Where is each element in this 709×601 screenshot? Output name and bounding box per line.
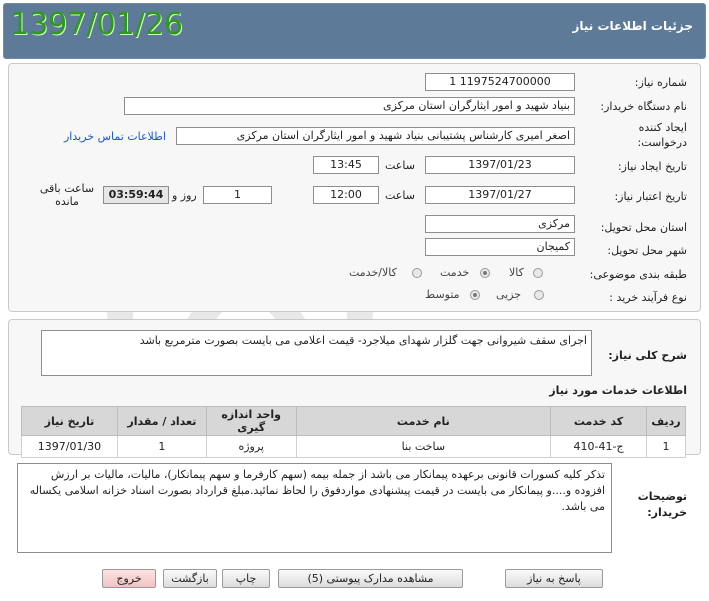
cell-service-code: ج-41-410 [550, 435, 647, 458]
reply-button[interactable]: پاسخ به نیاز [505, 569, 603, 588]
page-title: جزئیات اطلاعات نیاز [572, 19, 693, 33]
created-date-field: 1397/01/23 [425, 156, 575, 174]
province-label: استان محل تحویل: [600, 221, 687, 234]
buyer-org-label: نام دستگاه خریدار: [600, 100, 687, 113]
created-time-field: 13:45 [313, 156, 379, 174]
requester-label-1: ایجاد کننده [638, 121, 687, 134]
buyer-notes-label: توضیحات خریدار: [637, 490, 687, 519]
cell-qty: 1 [116, 435, 207, 458]
city-label: شهر محل تحویل: [607, 244, 687, 257]
process-option-minor-label: جزیی [496, 288, 522, 301]
days-label: روز و [172, 189, 197, 202]
deadline-time-label: ساعت [385, 189, 415, 202]
col-unit: واحد اندازه گیری [205, 406, 297, 436]
city-field: کمیجان [425, 238, 575, 256]
col-service-name: نام خدمت [295, 406, 552, 436]
category-option-service-label: خدمت [440, 266, 470, 279]
requester-field: اصغر امیری کارشناس پشتیبانی بنیاد شهید و… [176, 127, 575, 145]
category-option-both-radio[interactable] [412, 268, 422, 278]
created-time-label: ساعت [385, 159, 415, 172]
cell-date: 1397/01/30 [21, 435, 118, 458]
deadline-time-field: 12:00 [313, 186, 379, 204]
category-option-service-radio[interactable] [480, 268, 490, 278]
deadline-label: تاریخ اعتبار نیاز: [614, 190, 687, 203]
need-number-field: 1197524700000 1 [425, 73, 575, 91]
col-service-code: کد خدمت [550, 406, 647, 436]
category-option-goods-label: کالا [509, 266, 524, 279]
col-date: تاریخ نیاز [21, 406, 118, 436]
process-option-minor-radio[interactable] [534, 290, 544, 300]
created-date-label: تاریخ ایجاد نیاز: [617, 160, 687, 173]
remaining-label: ساعت باقی مانده [39, 182, 95, 208]
need-number-label: شماره نیاز: [634, 76, 687, 89]
process-option-medium-radio[interactable] [470, 290, 480, 300]
back-button[interactable]: بازگشت [163, 569, 217, 588]
process-label: نوع فرآیند خرید : [609, 291, 687, 304]
view-attachments-button[interactable]: مشاهده مدارک پیوستی (5) [278, 569, 463, 588]
header-date: 1397/01/26 [10, 7, 183, 42]
province-field: مرکزی [425, 215, 575, 233]
description-label: شرح کلی نیاز: [608, 349, 687, 362]
category-option-both-label: کالا/خدمت [349, 266, 397, 279]
requester-label-2: درخواست: [637, 136, 687, 149]
col-row: ردیف [645, 406, 687, 436]
days-field: 1 [203, 186, 272, 204]
deadline-date-field: 1397/01/27 [425, 186, 575, 204]
remaining-time-field: 03:59:44 [103, 186, 169, 204]
cell-row: 1 [645, 435, 687, 458]
cell-unit: پروژه [205, 435, 297, 458]
buyer-notes-field: تذکر کلیه کسورات قانونی برعهده پیمانکار … [17, 463, 612, 553]
cell-service-name: ساخت بنا [295, 435, 552, 458]
category-option-goods-radio[interactable] [533, 268, 543, 278]
table-row: 1397/01/30 1 پروژه ساخت بنا ج-41-410 1 [21, 435, 687, 458]
category-label: طبقه بندی موضوعی: [589, 268, 687, 281]
exit-button[interactable]: خروج [102, 569, 156, 588]
services-title: اطلاعات خدمات مورد نیاز [549, 384, 687, 397]
col-qty: تعداد / مقدار [116, 406, 207, 436]
print-button[interactable]: چاپ [222, 569, 270, 588]
buyer-org-field: بنیاد شهید و امور ایثارگران استان مرکزی [124, 97, 575, 115]
description-field: اجرای سقف شیروانی جهت گلزار شهدای میلاجر… [41, 330, 592, 376]
buyer-contact-link[interactable]: اطلاعات تماس خریدار [64, 130, 166, 143]
services-table: تاریخ نیاز تعداد / مقدار واحد اندازه گیر… [21, 406, 687, 458]
process-option-medium-label: متوسط [425, 288, 460, 301]
